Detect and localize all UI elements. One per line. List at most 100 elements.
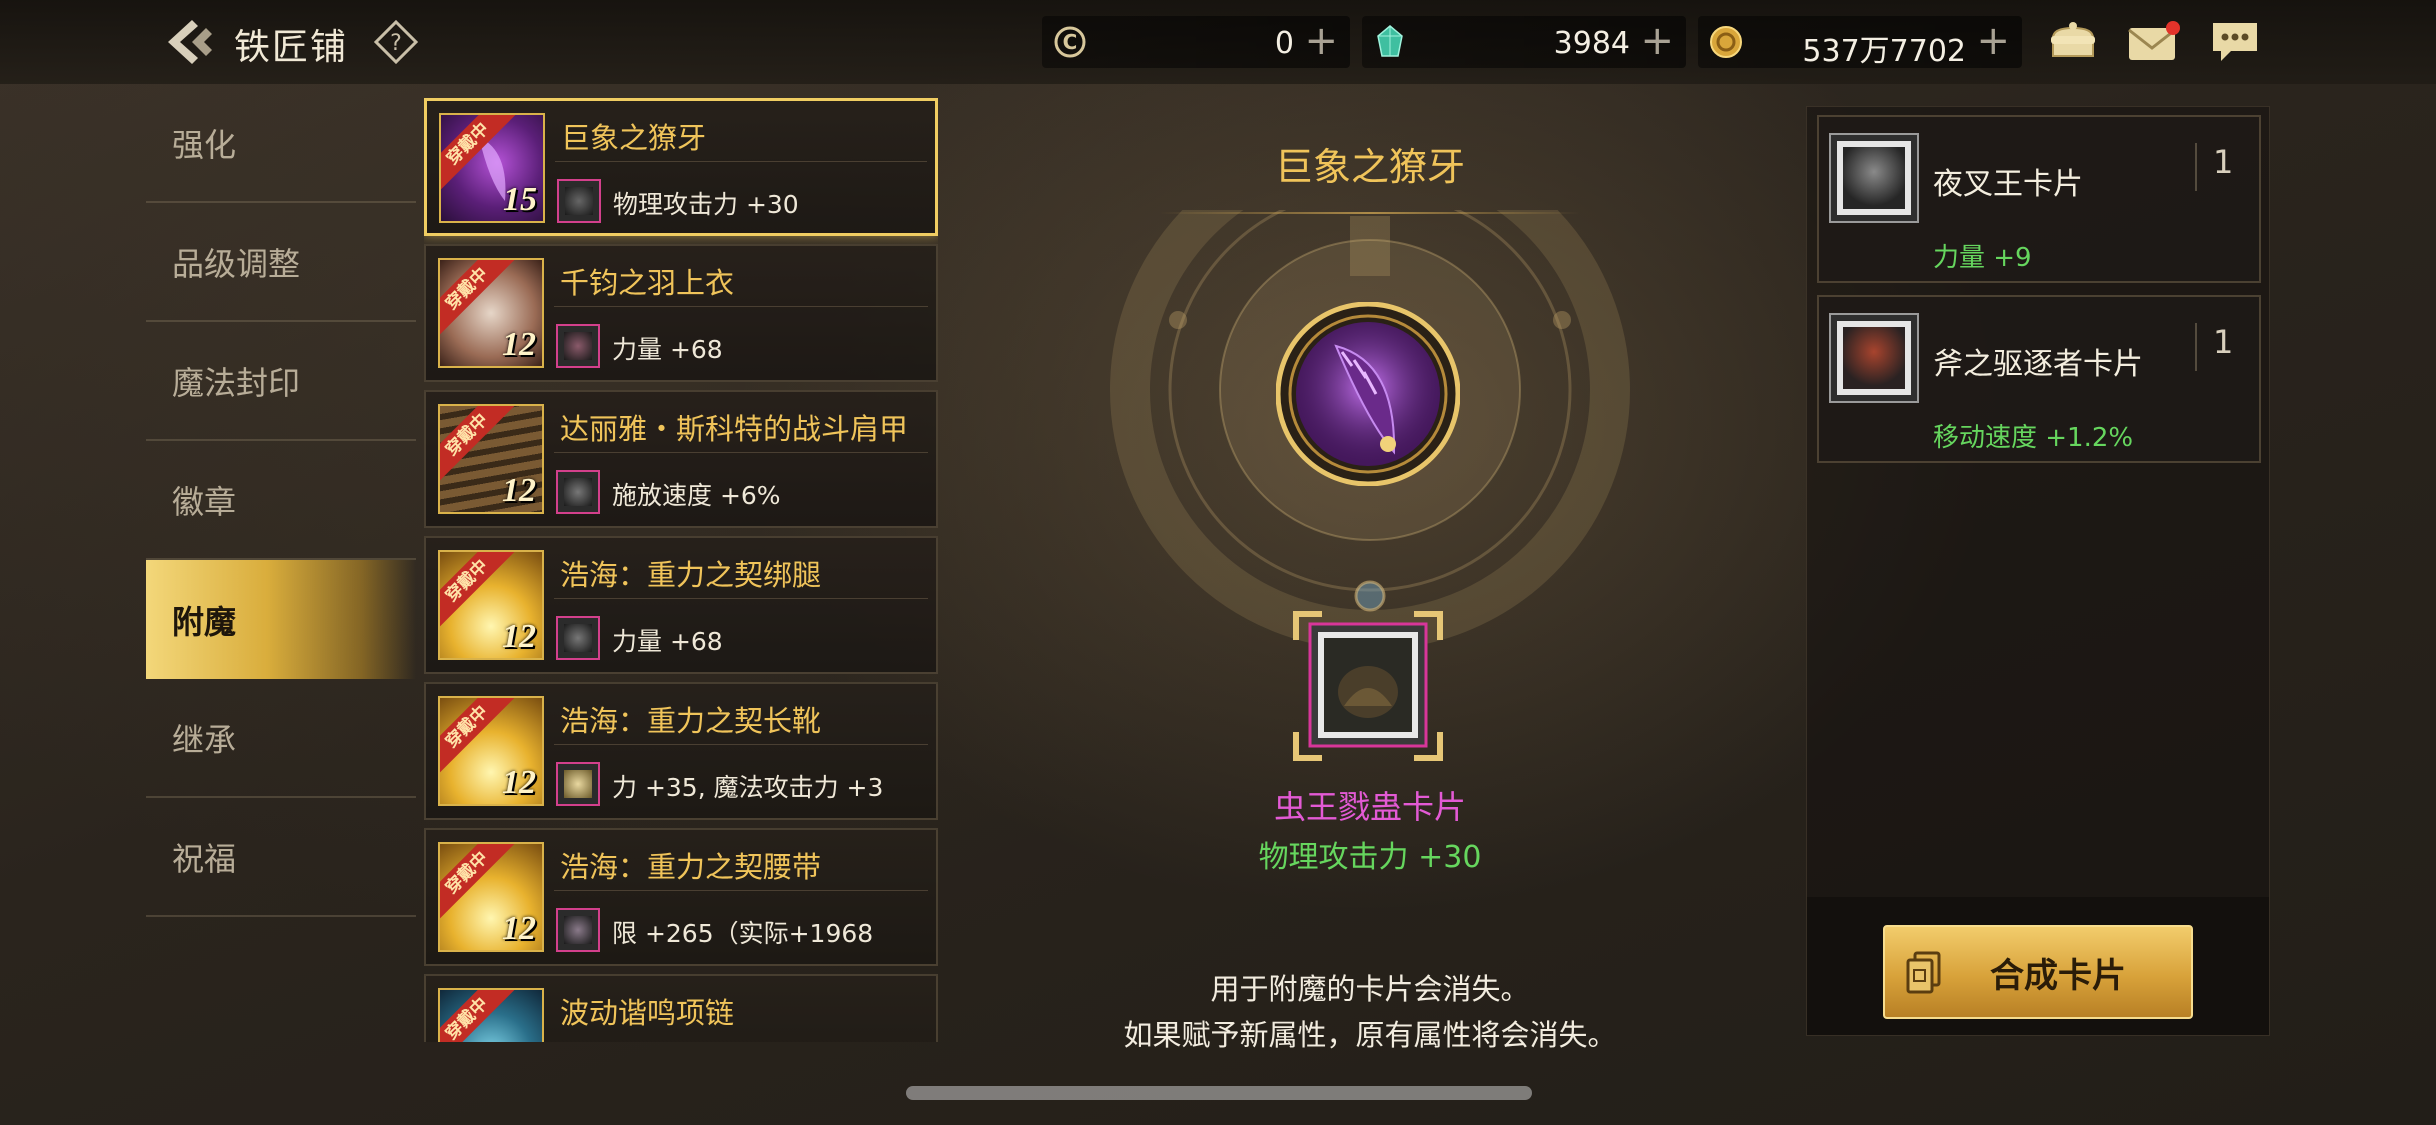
equipment-name: 浩海：重力之契腰带 [560,850,822,884]
divider [554,306,928,307]
equipment-name: 浩海：重力之契长靴 [560,704,822,738]
card-stat: 移动速度 +1.2% [1933,423,2134,453]
nav-item-label: 祝福 [172,839,237,878]
card-count: 1 [2213,323,2234,361]
equipment-name: 达丽雅・斯科特的战斗肩甲 [560,412,909,446]
gold-coin-icon [1710,26,1742,58]
currency-value: 0 [1274,26,1294,61]
selected-item-name: 巨象之獠牙 [1274,145,1465,189]
left-nav: 强化 品级调整 魔法封印 徽章 附魔 继承 祝福 [146,84,416,917]
equipment-name: 巨象之獠牙 [561,121,707,155]
divider [554,452,928,453]
card-name: 夜叉王卡片 [1933,167,2083,202]
nav-item-inherit[interactable]: 继承 [146,679,416,798]
notice-line: 如果赋予新属性，原有属性将会消失。 [1123,1018,1617,1052]
add-gold-button[interactable]: + [1976,20,2010,62]
equipment-stat: 施放速度 +6% [612,481,781,510]
nav-item-label: 魔法封印 [172,363,301,402]
equipment-stat: 限 +265（实际+1968 [612,919,874,948]
equipment-stat: 力 +35, 魔法攻击力 +3 [612,773,884,802]
equipment-name: 浩海：重力之契绑腿 [560,558,822,592]
equipment-thumbnail: 穿戴中 12 [438,258,544,368]
divider [554,890,928,891]
fang-icon [1275,301,1461,487]
help-button[interactable]: ? [374,20,418,64]
equipment-item[interactable]: 穿戴中 12 达丽雅・斯科特的战斗肩甲 施放速度 +6% [424,390,938,528]
back-button[interactable] [160,14,220,70]
card-stat: 力量 +9 [1933,243,2032,273]
equipment-item[interactable]: 穿戴中 12 浩海：重力之契腰带 限 +265（实际+1968 [424,828,938,966]
mail-button[interactable] [2126,18,2180,66]
card-thumbnail [556,762,600,806]
enhance-level: 12 [502,472,536,509]
divider [2195,143,2197,191]
home-indicator[interactable] [906,1086,1532,1100]
synthesize-label: 合成卡片 [1990,955,2126,996]
divider [555,161,927,162]
nav-item-label: 徽章 [172,482,237,521]
nav-item-label: 品级调整 [172,244,301,283]
chat-button[interactable] [2208,18,2262,66]
card-thumbnail [557,179,601,223]
equipment-item[interactable]: 穿戴中 12 浩海：重力之契长靴 力 +35, 魔法攻击力 +3 [424,682,938,820]
equipment-item[interactable]: 穿戴中 12 千钧之羽上衣 力量 +68 [424,244,938,382]
nav-item-enchant[interactable]: 附魔 [146,560,416,679]
add-c-coin-button[interactable]: + [1304,20,1338,62]
chat-icon [2213,23,2257,61]
currency-crystal: 3984 + [1362,16,1686,68]
enhance-level: 12 [502,764,536,801]
nav-item-emblem[interactable]: 徽章 [146,441,416,560]
enchant-card-name: 虫王戮蛊卡片 [1273,788,1466,826]
enhance-level: 12 [502,326,536,363]
svg-text:C: C [1063,30,1078,54]
equipment-thumbnail: 穿戴中 12 [438,550,544,660]
enhance-level: 12 [502,618,536,655]
selected-item-orb [1275,301,1461,487]
equipment-list[interactable]: 穿戴中 15 巨象之獠牙 物理攻击力 +30 穿戴中 12 千钧之羽上衣 力量 … [424,98,938,1042]
equipment-name: 千钧之羽上衣 [560,266,735,300]
panel-footer: 合成卡片 [1807,897,2269,1035]
card-entry[interactable]: 斧之驱逐者卡片 1 移动速度 +1.2% [1817,295,2261,463]
nav-item-enhance[interactable]: 强化 [146,84,416,203]
divider [2195,323,2197,371]
nav-item-blessing[interactable]: 祝福 [146,798,416,917]
nav-item-grade[interactable]: 品级调整 [146,203,416,322]
bag-icon [2051,22,2095,57]
add-crystal-button[interactable]: + [1640,20,1674,62]
card-entry[interactable]: 夜叉王卡片 1 力量 +9 [1817,115,2261,283]
card-thumbnail [556,470,600,514]
equipment-item[interactable]: 穿戴中 12 浩海：重力之契绑腿 力量 +68 [424,536,938,674]
shop-bag-button[interactable] [2046,18,2100,66]
mail-icon [2128,21,2180,60]
equipment-stat: 力量 +68 [612,627,723,656]
card-thumbnail [556,616,600,660]
synthesize-card-button[interactable]: 合成卡片 [1883,925,2193,1019]
green-crystal-icon [1377,25,1403,57]
equipment-item[interactable]: 穿戴中 15 巨象之獠牙 物理攻击力 +30 [424,98,938,236]
card-name: 斧之驱逐者卡片 [1933,347,2143,382]
equipment-stat: 物理攻击力 +30 [613,190,799,219]
enchant-card-stat: 物理攻击力 +30 [1258,840,1482,875]
nav-item-label: 继承 [172,720,237,759]
cards-icon [1906,951,1941,994]
equipment-stat: 力量 +68 [612,335,723,364]
nav-item-magic-seal[interactable]: 魔法封印 [146,322,416,441]
enchant-card-slot[interactable] [1292,610,1444,762]
back-arrow-icon [168,20,212,64]
equipment-thumbnail: 穿戴中 [438,988,544,1042]
equipment-item[interactable]: 穿戴中 波动谐鸣项链 [424,974,938,1042]
card-thumbnail [556,908,600,952]
equipment-name: 波动谐鸣项链 [560,996,735,1030]
divider [554,598,928,599]
help-icon: ? [374,20,418,64]
currency-value: 3984 [1553,26,1630,61]
currency-value: 537万7702 [1802,34,1966,69]
card-slot-frame-icon [1293,611,1443,761]
card-thumbnail [1829,133,1919,223]
notice-line: 用于附魔的卡片会消失。 [1210,972,1530,1006]
divider [554,744,928,745]
card-count: 1 [2213,143,2234,181]
top-bar: 铁匠铺 ? C 0 + 3984 + 537万7702 + [0,0,2436,84]
equipment-thumbnail: 穿戴中 12 [438,842,544,952]
nav-item-label: 强化 [172,125,237,164]
